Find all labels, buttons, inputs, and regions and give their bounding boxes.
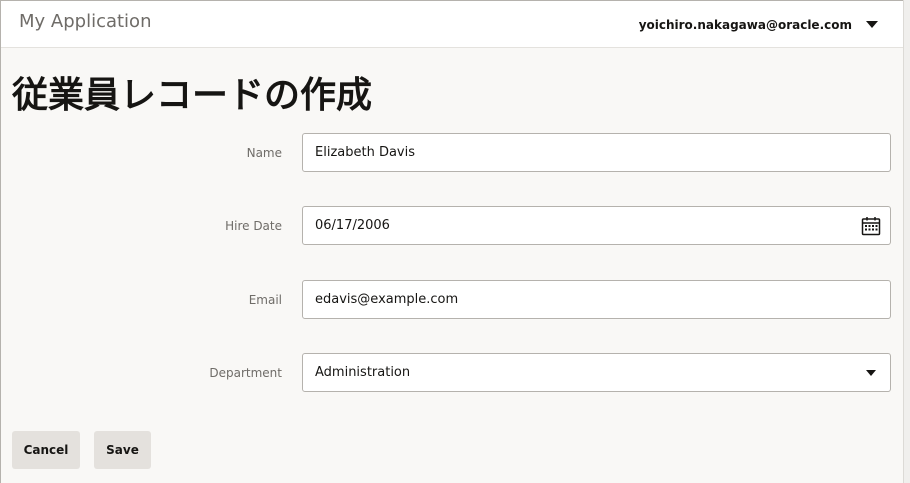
name-row: Name (1, 133, 893, 173)
name-label: Name (246, 146, 282, 160)
hire-date-input[interactable] (303, 207, 890, 244)
user-menu-button[interactable]: yoichiro.nakagawa@oracle.com (639, 1, 904, 48)
email-field (302, 280, 891, 319)
department-row: Department Administration (1, 353, 893, 393)
email-label: Email (248, 293, 282, 307)
department-label: Department (209, 366, 282, 380)
user-email: yoichiro.nakagawa@oracle.com (638, 17, 852, 32)
name-input[interactable] (303, 134, 890, 171)
scrollbar[interactable] (903, 0, 910, 483)
caret-down-icon (866, 21, 878, 28)
hire-date-row: Hire Date (1, 206, 893, 246)
hire-date-label: Hire Date (225, 219, 282, 233)
app-name[interactable]: My Application (19, 11, 151, 32)
page-title: 従業員レコードの作成 (12, 75, 373, 116)
app-header: My Application yoichiro.nakagawa@oracle.… (1, 0, 904, 48)
name-field (302, 133, 891, 172)
calendar-icon[interactable] (861, 216, 881, 236)
hire-date-field (302, 206, 891, 245)
cancel-button[interactable]: Cancel (12, 431, 80, 469)
email-row: Email (1, 280, 893, 320)
save-button[interactable]: Save (94, 431, 151, 469)
department-value: Administration (315, 365, 411, 380)
department-select[interactable]: Administration (302, 353, 891, 392)
caret-down-icon[interactable] (866, 370, 876, 376)
email-input[interactable] (303, 281, 890, 318)
